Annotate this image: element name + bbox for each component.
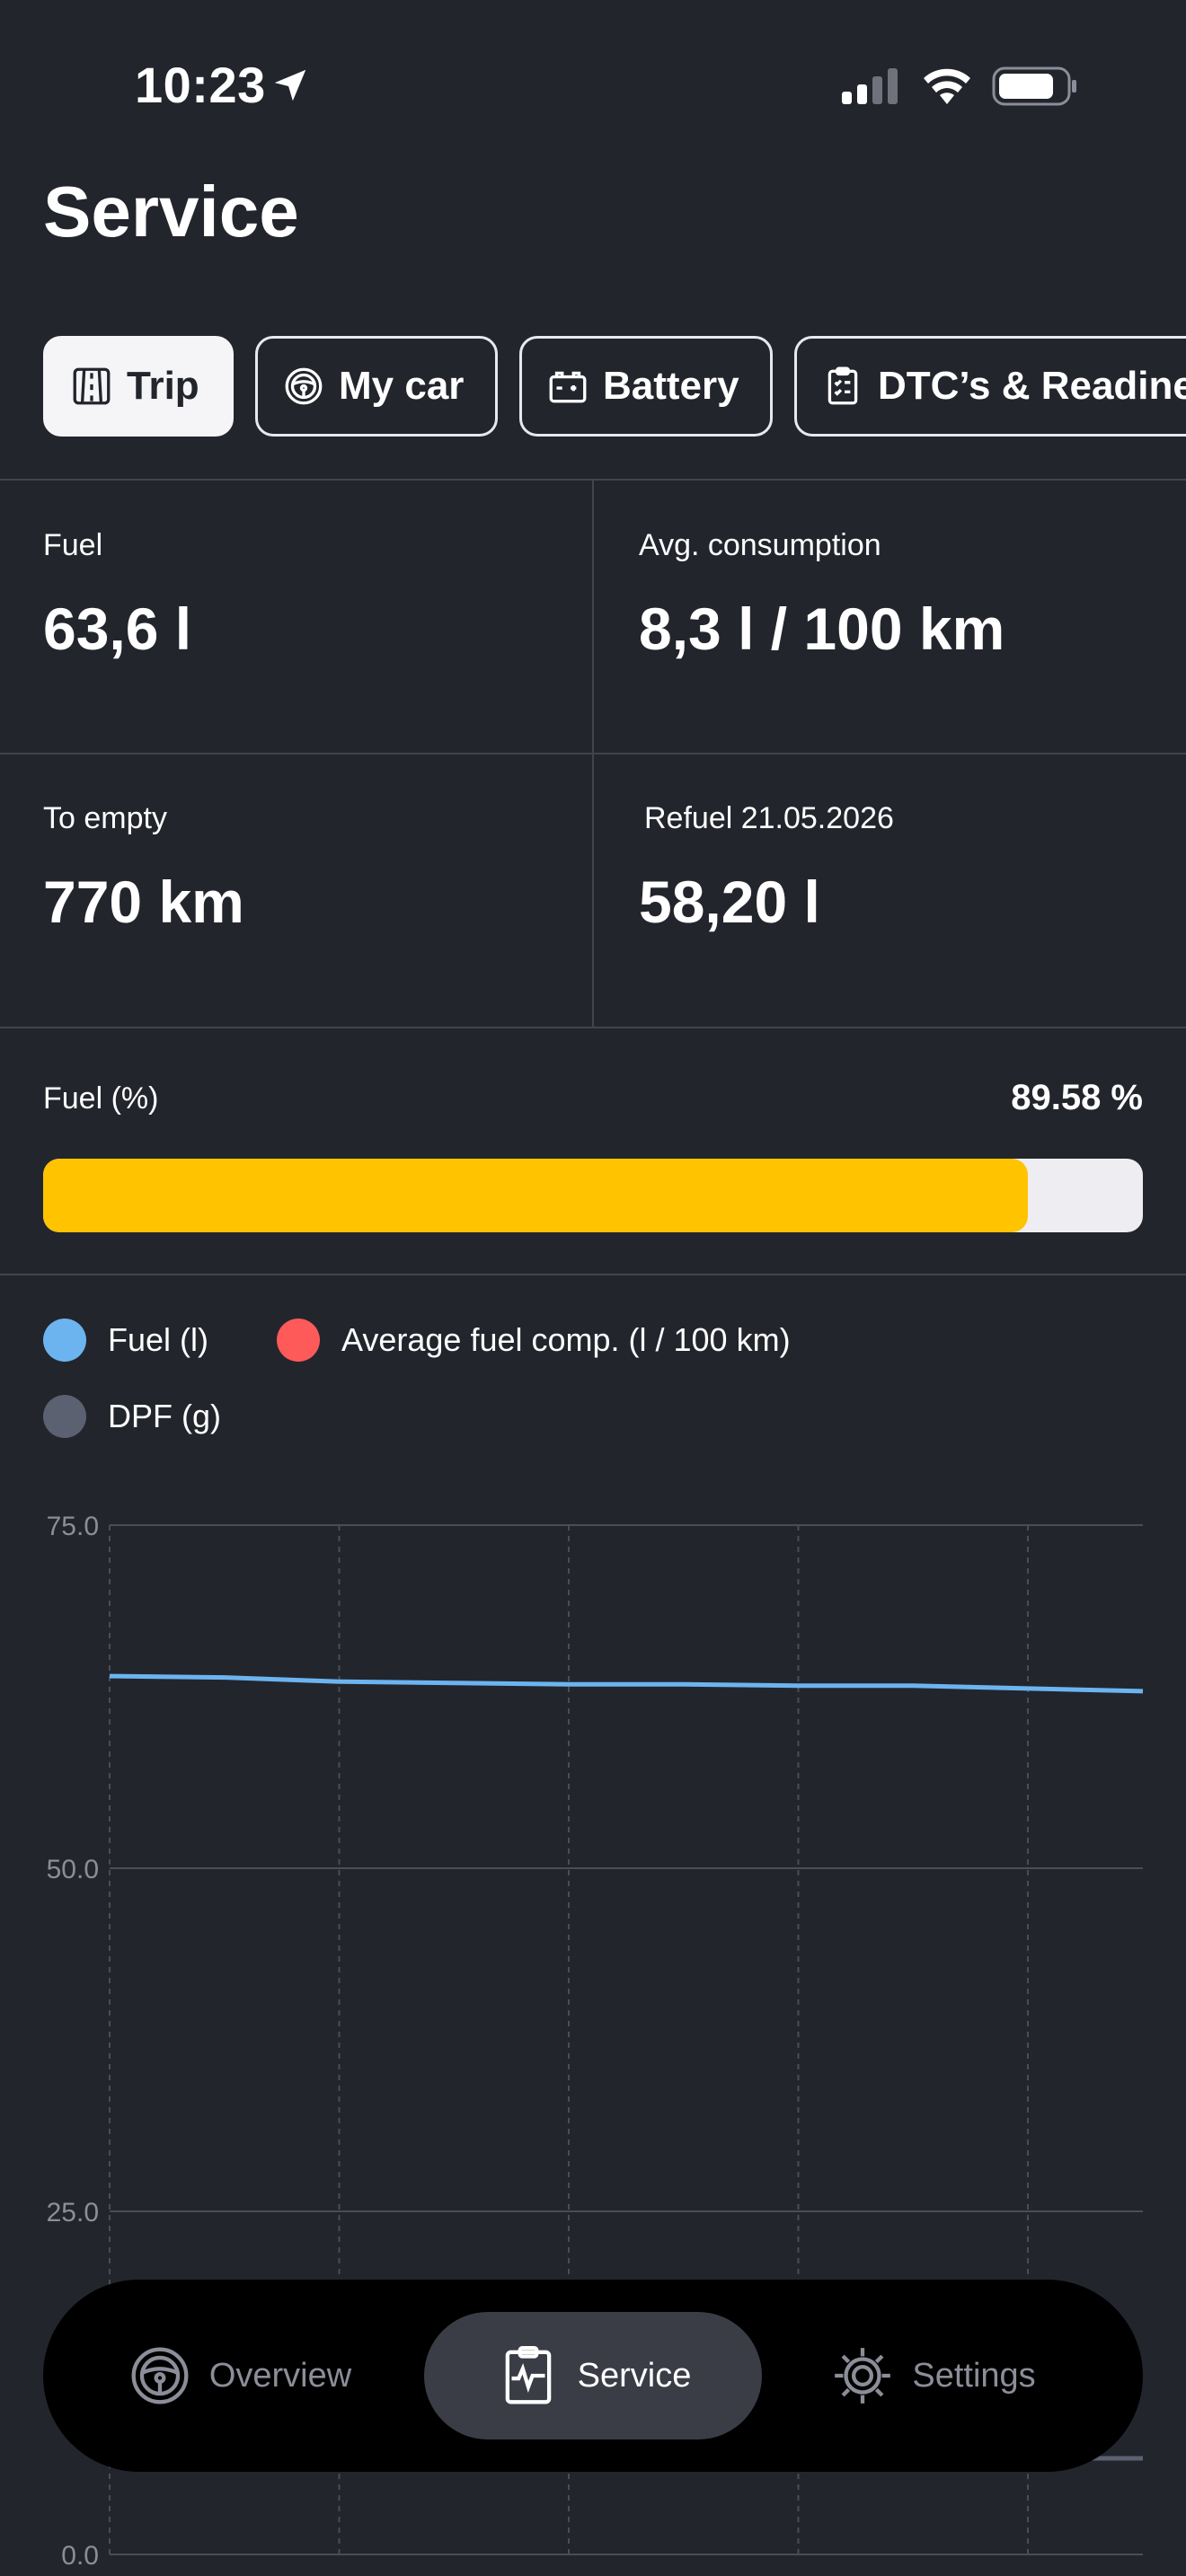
divider <box>0 753 1186 754</box>
nav-overview[interactable]: Overview <box>95 2312 383 2439</box>
battery-icon <box>549 371 587 403</box>
tab-label: Trip <box>127 364 199 408</box>
status-bar: 10:23 <box>0 0 1186 171</box>
tab-my-car[interactable]: My car <box>255 336 498 437</box>
cellular-signal-icon <box>842 68 898 104</box>
battery-status-icon <box>992 66 1076 106</box>
legend-label: Average fuel comp. (l / 100 km) <box>341 1321 791 1358</box>
stat-label-fuel: Fuel <box>43 528 103 562</box>
legend-label: DPF (g) <box>108 1398 221 1434</box>
legend-item-avg-fuel[interactable]: Average fuel comp. (l / 100 km) <box>277 1319 791 1362</box>
legend-dot <box>277 1319 320 1362</box>
clipboard-pulse-icon <box>505 2346 551 2404</box>
legend-item-fuel[interactable]: Fuel (l) <box>43 1319 208 1362</box>
nav-label: Service <box>577 2356 692 2395</box>
stat-value-avg-consumption: 8,3 l / 100 km <box>639 595 1005 662</box>
nav-settings[interactable]: Settings <box>798 2312 1067 2439</box>
nav-label: Settings <box>912 2356 1036 2395</box>
gear-icon <box>835 2348 891 2404</box>
nav-label: Overview <box>208 2356 352 2395</box>
divider <box>0 1027 1186 1028</box>
legend-dot <box>43 1395 86 1438</box>
stat-value-to-empty: 770 km <box>43 869 244 935</box>
bottom-nav: Overview Service Settings <box>43 2280 1143 2472</box>
steering-wheel-icon <box>131 2347 189 2404</box>
series-line <box>109 1673 1144 1694</box>
tab-battery[interactable]: Battery <box>519 336 773 437</box>
clipboard-icon <box>828 366 858 405</box>
wifi-icon <box>924 68 970 104</box>
tab-label: DTC’s & Readiness <box>878 364 1186 408</box>
status-time: 10:23 <box>135 57 266 113</box>
tab-label: Battery <box>603 364 739 408</box>
legend-item-dpf[interactable]: DPF (g) <box>43 1395 221 1438</box>
location-arrow-icon <box>274 69 306 101</box>
road-icon <box>73 367 111 405</box>
fuel-level-percent: 89.58 % <box>1011 1078 1143 1117</box>
stat-value-refuel: 58,20 l <box>639 869 820 935</box>
y-tick-label: 75.0 <box>47 1512 99 1541</box>
y-tick-label: 25.0 <box>47 2198 99 2228</box>
stat-label-avg-consumption: Avg. consumption <box>639 528 881 562</box>
fuel-level-bar <box>43 1159 1143 1232</box>
legend-dot <box>43 1319 86 1362</box>
tab-dtcs-readiness[interactable]: DTC’s & Readiness <box>794 336 1186 437</box>
nav-service[interactable]: Service <box>424 2312 762 2439</box>
fuel-level-fill <box>43 1159 1029 1232</box>
fuel-level-label: Fuel (%) <box>43 1081 159 1116</box>
stat-label-to-empty: To empty <box>43 801 167 835</box>
page-title: Service <box>43 172 299 251</box>
divider <box>0 1274 1186 1275</box>
y-tick-label: 50.0 <box>47 1855 99 1884</box>
tab-trip[interactable]: Trip <box>43 336 234 437</box>
stat-value-fuel: 63,6 l <box>43 595 192 662</box>
legend-label: Fuel (l) <box>108 1321 209 1358</box>
tab-label: My car <box>339 364 465 408</box>
steering-wheel-icon <box>285 367 323 405</box>
y-tick-label: 0.0 <box>61 2541 99 2571</box>
stat-label-refuel: Refuel 21.05.2026 <box>644 801 894 835</box>
